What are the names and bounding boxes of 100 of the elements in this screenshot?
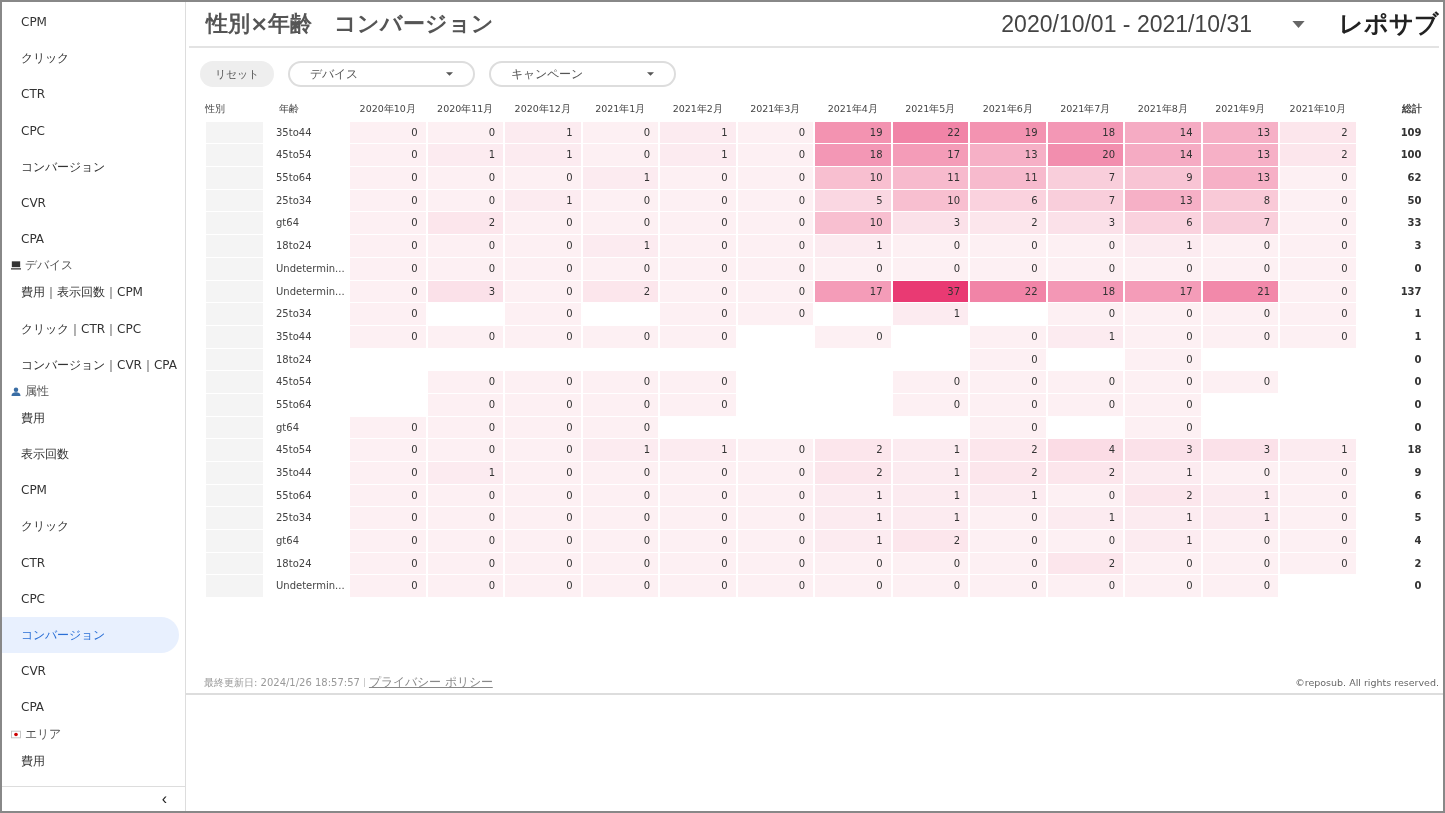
table-cell: 0 bbox=[582, 552, 658, 575]
table-cell: 1 bbox=[505, 121, 581, 144]
reset-button[interactable]: リセット bbox=[200, 61, 274, 87]
table-cell: 0 bbox=[1125, 393, 1201, 416]
table-cell: 0 bbox=[737, 235, 813, 257]
sidebar-item[interactable]: CVR bbox=[2, 653, 179, 690]
table-cell: 0 bbox=[350, 167, 426, 189]
table-cell: 10 bbox=[892, 189, 968, 212]
table-cell-text: 18to24 bbox=[276, 556, 313, 571]
sidebar-item[interactable]: CVR bbox=[2, 184, 179, 222]
table-cell: 0 bbox=[737, 189, 813, 212]
sidebar-item[interactable]: CTR bbox=[2, 76, 179, 113]
table-cell: 0 bbox=[970, 371, 1046, 393]
table-cell: 37 bbox=[892, 280, 968, 303]
sidebar-item[interactable]: クリック｜CTR｜CPC bbox=[2, 310, 179, 347]
table-cell-text: 18to24 bbox=[276, 352, 313, 367]
table-cell: 10 bbox=[815, 167, 891, 189]
filter-dropdown[interactable]: キャンペーン bbox=[489, 61, 676, 87]
privacy-policy-link[interactable]: プライバシー ポリシー bbox=[368, 674, 493, 691]
filter-dropdown[interactable]: デバイス bbox=[288, 61, 475, 87]
table-cell: 1 bbox=[660, 439, 736, 461]
sidebar-item[interactable]: 費用 bbox=[2, 742, 179, 779]
table-cell: 0 bbox=[427, 189, 503, 212]
sidebar-item[interactable]: 費用 bbox=[2, 399, 179, 437]
table-cell: 0 bbox=[427, 484, 503, 507]
table-cell: 0 bbox=[1280, 167, 1356, 189]
table-cell: 0 bbox=[737, 303, 813, 325]
table-cell: 0 bbox=[427, 575, 503, 598]
date-range-dropdown[interactable]: 2020/10/01 - 2021/10/31 bbox=[1001, 10, 1252, 38]
table-cell: 0 bbox=[582, 144, 658, 167]
table-cell: 0 bbox=[505, 257, 581, 280]
sidebar-item[interactable]: CPM bbox=[2, 472, 179, 509]
table-cell-text: 3 bbox=[1413, 239, 1423, 254]
table-cell: 0 bbox=[582, 484, 658, 507]
caret-icon bbox=[647, 72, 654, 76]
table-cell: 0 bbox=[660, 575, 736, 598]
table-cell: 1 bbox=[970, 484, 1046, 507]
table-cell: 0 bbox=[350, 462, 426, 484]
table-cell-text: 35to44 bbox=[276, 125, 313, 140]
table-cell: 0 bbox=[737, 212, 813, 235]
table-cell: 0 bbox=[660, 552, 736, 575]
sidebar-item[interactable]: 費用｜表示回数｜CPM bbox=[2, 274, 179, 311]
table-cell: 0 bbox=[1202, 257, 1278, 280]
sidebar-item[interactable]: CPA bbox=[2, 689, 179, 726]
table-cell: 0 bbox=[582, 257, 658, 280]
sidebar-item[interactable]: CTR bbox=[2, 544, 179, 581]
table-cell: 2 bbox=[427, 212, 503, 235]
table-cell: 1 bbox=[1125, 462, 1201, 484]
table-cell: 0 bbox=[505, 393, 581, 416]
column-header: 2020年12月 bbox=[513, 102, 572, 116]
table-cell: 1 bbox=[505, 144, 581, 167]
sidebar-item[interactable]: 表示回数 bbox=[2, 436, 179, 473]
table-cell: 7 bbox=[1202, 212, 1278, 235]
table-cell: 0 bbox=[1125, 325, 1201, 348]
table-cell: 0 bbox=[1125, 348, 1201, 371]
table-cell: 0 bbox=[1280, 212, 1356, 235]
table-cell: 11 bbox=[970, 167, 1046, 189]
table-cell-text: 0 bbox=[1413, 579, 1423, 594]
table-cell: 3 bbox=[1125, 439, 1201, 461]
table-cell: 0 bbox=[505, 416, 581, 439]
sidebar-item[interactable]: コンバージョン｜CVR｜CPA bbox=[2, 346, 179, 383]
sidebar-item[interactable]: クリック bbox=[2, 508, 179, 545]
table-cell: 2 bbox=[815, 462, 891, 484]
table-cell: 2 bbox=[1280, 121, 1356, 144]
table-cell: 0 bbox=[350, 144, 426, 167]
table-cell: 1 bbox=[815, 507, 891, 530]
table-cell: 1 bbox=[892, 484, 968, 507]
page-title: 性別×年齢 コンバージョン bbox=[206, 10, 495, 38]
table-cell: 0 bbox=[660, 167, 736, 189]
column-header: 2021年9月 bbox=[1214, 102, 1267, 116]
column-header: 総計 bbox=[1400, 102, 1423, 116]
table-cell: 0 bbox=[1047, 257, 1123, 280]
table-cell-text: 33 bbox=[1406, 216, 1423, 231]
sidebar-item[interactable]: CPA bbox=[2, 221, 179, 258]
sidebar-item[interactable]: コンバージョン bbox=[2, 617, 179, 654]
table-cell: 0 bbox=[582, 371, 658, 393]
table-cell: 1 bbox=[1202, 507, 1278, 530]
table-cell: 0 bbox=[1125, 416, 1201, 439]
table-cell-text: 100 bbox=[1399, 148, 1423, 163]
table-cell: 0 bbox=[970, 552, 1046, 575]
sidebar-item[interactable]: コンバージョン bbox=[2, 148, 179, 185]
table-cell-text: 55to64 bbox=[276, 171, 313, 186]
table-cell-text: Undetermin... bbox=[276, 261, 346, 276]
table-cell: 19 bbox=[815, 121, 891, 144]
table-cell: 0 bbox=[505, 507, 581, 530]
collapse-button[interactable]: ‹ bbox=[159, 791, 169, 807]
table-cell: 0 bbox=[427, 507, 503, 530]
table-cell: 1 bbox=[1125, 235, 1201, 257]
table-cell: 1 bbox=[892, 507, 968, 530]
sidebar-item[interactable]: CPM bbox=[2, 4, 179, 41]
table-cell: 0 bbox=[350, 189, 426, 212]
sidebar-item[interactable]: クリック bbox=[2, 40, 179, 77]
table-cell: 0 bbox=[815, 257, 891, 280]
sidebar-item[interactable]: CPC bbox=[2, 580, 179, 617]
table-cell: 0 bbox=[892, 235, 968, 257]
table-cell: 1 bbox=[1125, 530, 1201, 552]
table-cell: 1 bbox=[1202, 484, 1278, 507]
table-cell: 21 bbox=[1202, 280, 1278, 303]
sidebar-item[interactable]: CPC bbox=[2, 112, 179, 149]
table-cell: 0 bbox=[582, 189, 658, 212]
